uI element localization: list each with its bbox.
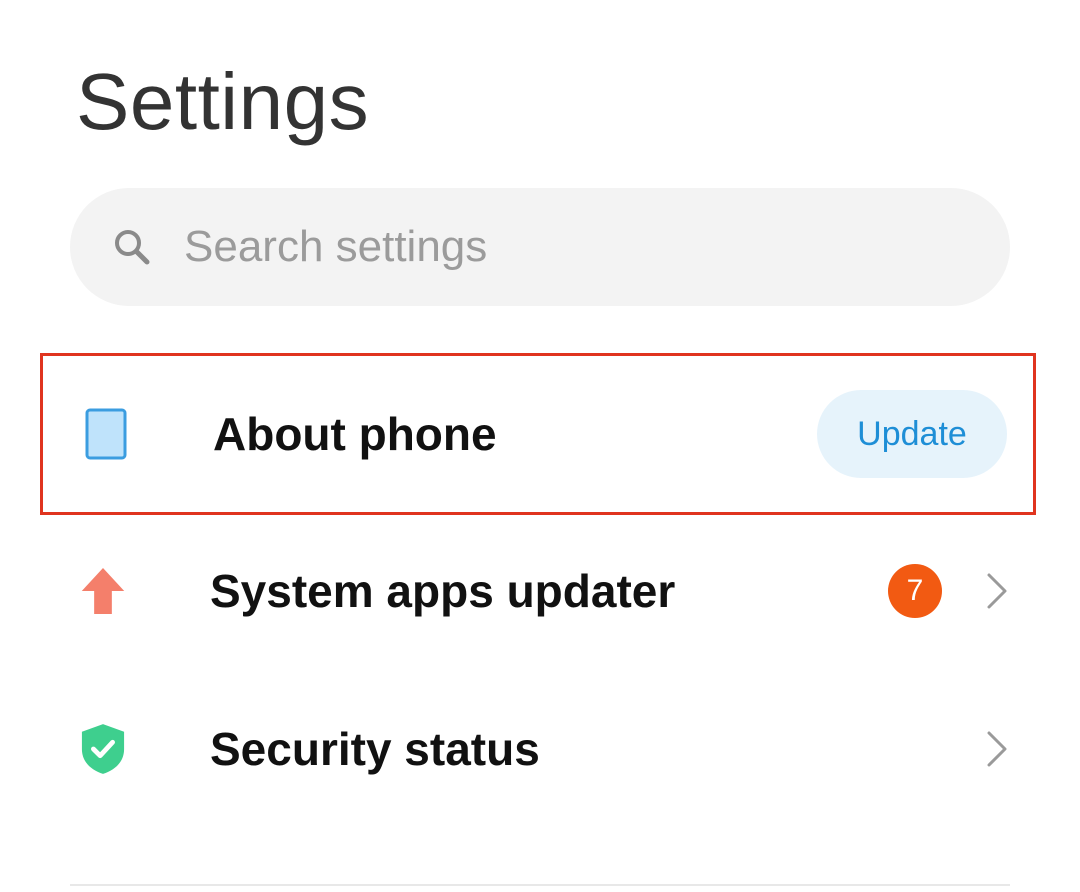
list-item-security-status[interactable]: Security status: [40, 668, 1036, 830]
list-item-label: Security status: [210, 723, 540, 775]
list-item-about-phone[interactable]: About phone Update: [40, 353, 1036, 515]
update-button[interactable]: Update: [817, 390, 1007, 478]
arrow-up-icon: [80, 563, 126, 619]
phone-icon: [83, 406, 129, 462]
shield-check-icon: [80, 721, 126, 777]
page-title: Settings: [76, 57, 370, 146]
list-item-label: About phone: [213, 408, 497, 460]
chevron-right-icon: [982, 569, 1012, 613]
divider: [70, 884, 1010, 886]
search-bar[interactable]: [70, 188, 1010, 306]
search-input[interactable]: [184, 222, 884, 272]
list-item-label: System apps updater: [210, 565, 676, 617]
chevron-right-icon: [982, 727, 1012, 771]
search-icon: [110, 225, 154, 269]
notification-badge: 7: [888, 564, 942, 618]
list-item-system-apps-updater[interactable]: System apps updater 7: [40, 510, 1036, 672]
